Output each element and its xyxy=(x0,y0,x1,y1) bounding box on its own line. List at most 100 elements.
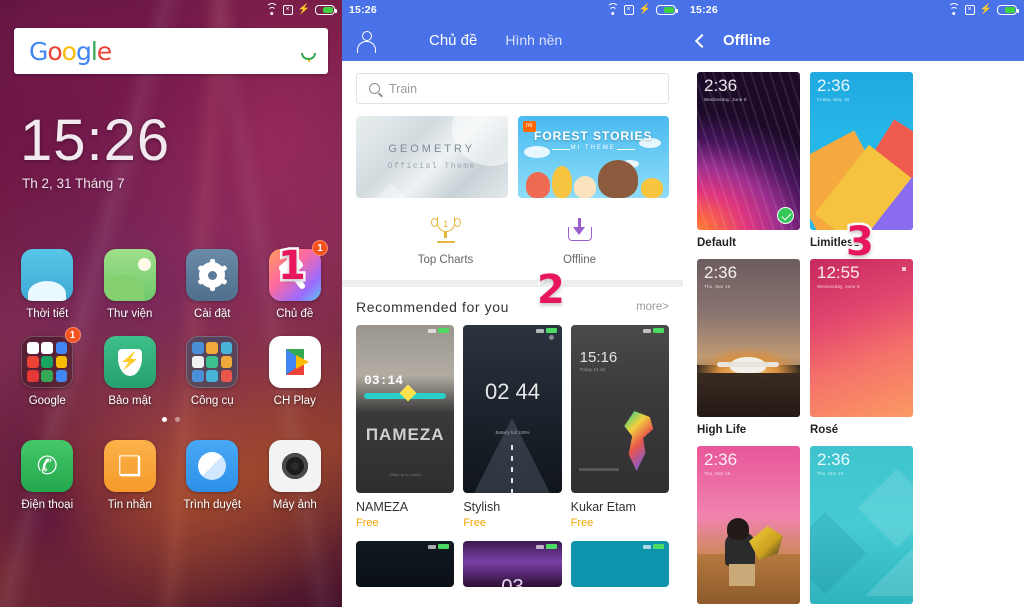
gallery-icon xyxy=(103,249,156,301)
person-icon[interactable] xyxy=(356,31,376,53)
search-input[interactable]: Train xyxy=(356,73,669,104)
banner-title: GEOMETRY xyxy=(388,143,476,155)
app-label: Thời tiết xyxy=(26,308,69,320)
app-gallery[interactable]: Thư viện xyxy=(89,243,172,320)
app-settings[interactable]: Cài đặt xyxy=(171,243,254,320)
app-play-store[interactable]: CH Play xyxy=(254,330,337,407)
theme-card[interactable]: 02 44 Battery full 100% Stylish Free xyxy=(463,325,562,529)
mini-status-bar xyxy=(642,328,664,333)
status-icons: × ⚡ xyxy=(265,3,337,15)
banner-forest-stories[interactable]: mi FOREST STORIES MI THEME xyxy=(517,116,670,198)
theme-price: Free xyxy=(356,517,379,529)
theme-grid: 03:14 ПАМЕZA Slide up to unlock NAMEZA F… xyxy=(342,315,683,529)
wallpaper-thumbnail: 2:36 Thu, Mar 15 xyxy=(697,446,800,604)
annotation-marker-2: 2 xyxy=(535,267,568,313)
wifi-icon xyxy=(265,3,278,15)
wallpaper-time: 2:36 xyxy=(704,450,738,469)
app-label: Tin nhắn xyxy=(107,499,152,511)
battery-icon xyxy=(315,5,337,15)
security-shield-icon: ⚡ xyxy=(103,336,156,388)
quick-action-top-charts[interactable]: 1 Top Charts xyxy=(407,216,485,266)
dock: ✆ Điện thoại ❑ Tin nhắn Trình duyệt Máy … xyxy=(0,434,342,511)
banner-subtitle: MI THEME xyxy=(518,145,670,151)
theme-thumbnail xyxy=(570,541,669,587)
thumb-time: 02 44 xyxy=(484,379,541,404)
wallpaper-date: Thu, Mar 15 xyxy=(704,471,731,476)
sim-icon: × xyxy=(282,5,293,15)
wallpaper-grid: 2:36 Wednesday, June 8 Default 2:36 Frid… xyxy=(683,61,1024,607)
wallpaper-card[interactable]: 2:36 Thu, Mar 15 High Life xyxy=(697,259,800,436)
dock-browser[interactable]: Trình duyệt xyxy=(171,434,254,511)
sim-icon: × xyxy=(623,5,634,15)
page-dot-active[interactable] xyxy=(162,417,167,422)
tab-themes[interactable]: Chủ đề xyxy=(429,32,477,49)
app-label: Điện thoại xyxy=(21,499,74,511)
home-clock: 15:26 xyxy=(20,108,171,173)
status-bar-store: 15:26 × ⚡ xyxy=(342,0,683,20)
theme-card[interactable] xyxy=(570,541,669,587)
wallpaper-thumbnail: 2:36 Thu, Mar 15 xyxy=(697,259,800,417)
wallpaper-card[interactable]: 2:36 Thu, Mar 15 Pink Blush xyxy=(697,446,800,607)
charging-bolt-icon: ⚡ xyxy=(297,4,310,15)
quick-action-offline[interactable]: Offline xyxy=(541,216,619,266)
theme-store-header-area: 15:26 × ⚡ Chủ đề Hình nền xyxy=(342,0,683,61)
theme-price: Free xyxy=(570,517,594,529)
wallpaper-name: High Life xyxy=(697,424,747,436)
wallpaper-thumbnail: 2:36 Friday, May 19 xyxy=(810,72,913,230)
offline-header-area: 15:26 × ⚡ Offline xyxy=(683,0,1024,61)
notification-badge: 1 xyxy=(312,240,328,256)
app-google-folder[interactable]: 1 Google xyxy=(6,327,89,407)
offline-header: Offline xyxy=(683,20,1024,61)
dock-messages[interactable]: ❑ Tin nhắn xyxy=(89,434,172,511)
wallpaper-card[interactable]: 2:36 Thu, Mar 15 Ocean Breeze xyxy=(810,446,913,607)
theme-card[interactable]: 03 xyxy=(463,541,562,587)
wallpaper-card[interactable]: 2:36 Wednesday, June 8 Default xyxy=(697,72,800,249)
sim-icon: × xyxy=(964,5,975,15)
google-folder-icon xyxy=(21,336,74,388)
search-value: Train xyxy=(389,81,418,96)
tab-wallpapers[interactable]: Hình nền xyxy=(505,32,562,48)
app-security[interactable]: ⚡ Bảo mật xyxy=(89,330,172,407)
wallpaper-thumbnail: 2:36 Wednesday, June 8 xyxy=(697,72,800,230)
wallpaper-time: 2:36 xyxy=(817,76,851,95)
wallpaper-card[interactable]: 12:55 Wednesday, June 8 Rosé xyxy=(810,259,913,436)
character-bear xyxy=(597,160,638,198)
banner-geometry[interactable]: GEOMETRY Official Theme xyxy=(356,116,508,198)
app-weather[interactable]: Thời tiết xyxy=(6,243,89,320)
google-logo: Google xyxy=(29,36,112,66)
quick-actions: 1 Top Charts Offline xyxy=(342,216,683,266)
settings-gear-icon xyxy=(186,249,239,301)
three-panel-screenshot: × ⚡ Google 15:26 Th 2, 31 Tháng 7 Thời t… xyxy=(0,0,1024,607)
app-label: Công cụ xyxy=(190,395,234,407)
status-time: 15:26 xyxy=(690,4,718,16)
theme-card[interactable] xyxy=(356,541,455,587)
dock-phone[interactable]: ✆ Điện thoại xyxy=(6,434,89,511)
app-tools-folder[interactable]: Công cụ xyxy=(171,330,254,407)
mini-status-bar xyxy=(535,544,557,549)
wallpaper-date: Friday, May 19 xyxy=(817,97,850,102)
page-indicator xyxy=(0,417,342,422)
banner-title: FOREST STORIES xyxy=(534,129,653,143)
quick-action-label: Top Charts xyxy=(417,254,474,266)
status-time: 15:26 xyxy=(349,4,377,16)
status-icons: × ⚡ xyxy=(947,3,1019,15)
theme-card[interactable]: 15:16 Friday 14 Jul Kukar Etam Free xyxy=(570,325,669,529)
dock-camera[interactable]: Máy ảnh xyxy=(254,434,337,511)
back-chevron-icon[interactable] xyxy=(694,33,710,48)
app-label: Bảo mật xyxy=(108,395,152,407)
mini-status-bar xyxy=(428,328,450,333)
more-link[interactable]: more> xyxy=(636,301,669,313)
theme-thumbnail: 15:16 Friday 14 Jul xyxy=(570,325,669,493)
app-row-2: 1 Google ⚡ Bảo mật Công cụ CH Play xyxy=(6,327,337,407)
wallpaper-name: Rosé xyxy=(810,424,839,436)
google-search-widget[interactable]: Google xyxy=(14,28,328,74)
panel-offline-wallpapers: 15:26 × ⚡ Offline 2:36 Wednesday, June 8 xyxy=(683,0,1024,607)
theme-thumbnail: 03:14 ПАМЕZA Slide up to unlock xyxy=(356,325,455,493)
theme-card[interactable]: 03:14 ПАМЕZA Slide up to unlock NAMEZA F… xyxy=(356,325,455,529)
page-dot[interactable] xyxy=(175,417,180,422)
app-label: Trình duyệt xyxy=(183,499,242,511)
quick-action-label: Offline xyxy=(562,254,597,266)
microphone-icon[interactable] xyxy=(301,43,316,62)
battery-icon xyxy=(997,5,1019,15)
notification-badge: 1 xyxy=(64,327,81,343)
